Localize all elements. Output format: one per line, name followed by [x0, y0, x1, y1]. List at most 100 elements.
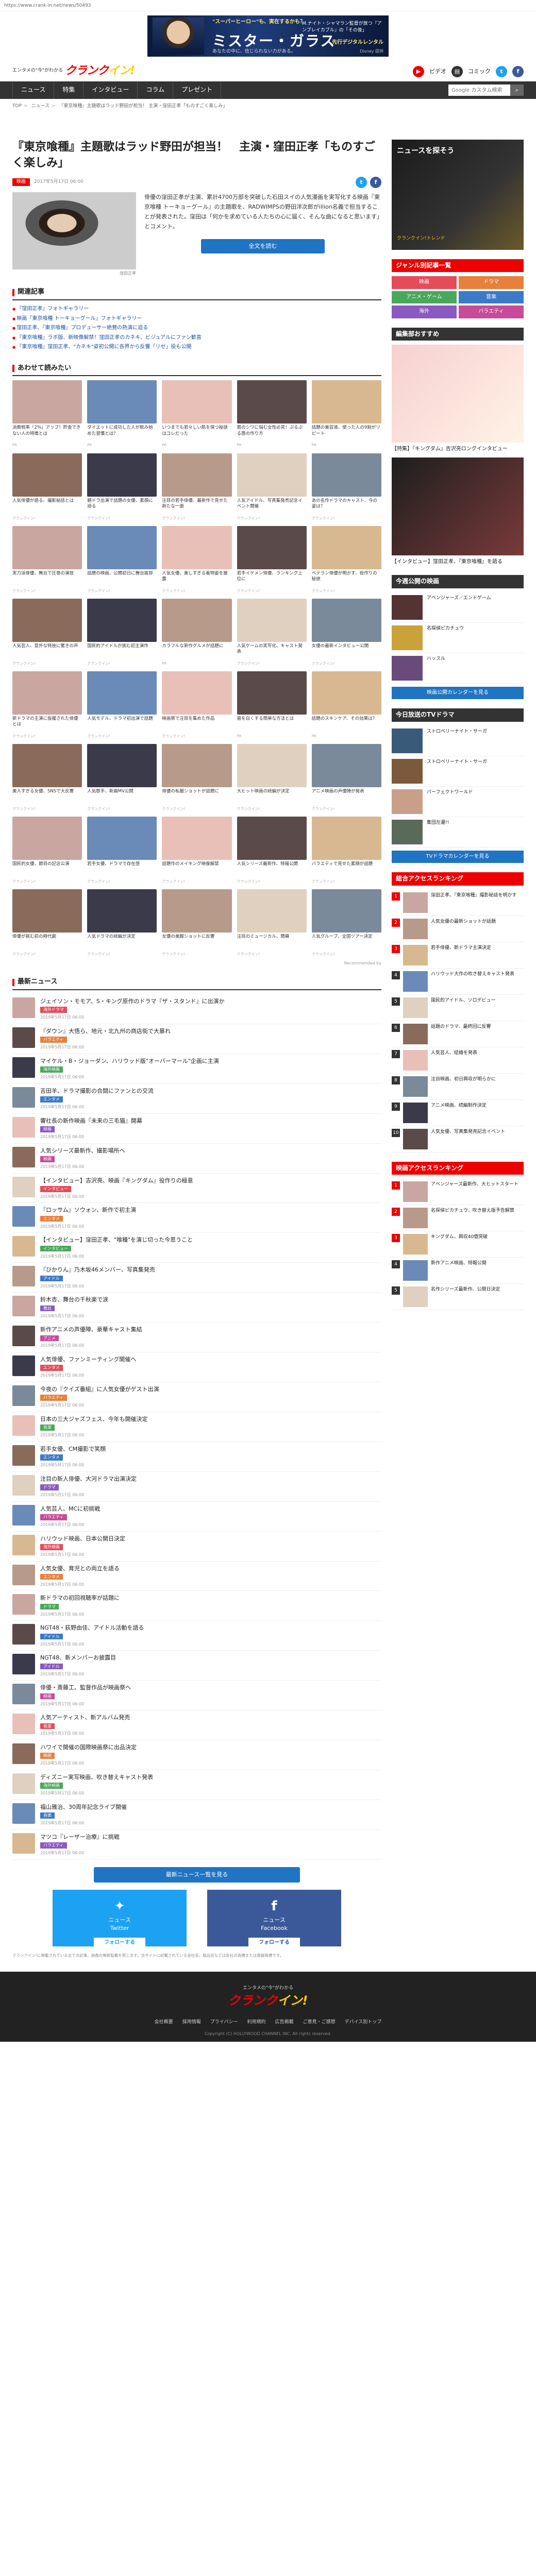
rank-item[interactable]: 1 アベンジャーズ最新作、大ヒットスタート	[392, 1179, 524, 1205]
footer-link[interactable]: 会社概要	[155, 2019, 173, 2026]
rank-item[interactable]: 5 国民的アイドル、ソロデビュー	[392, 995, 524, 1021]
recommend-item[interactable]: 人気グループ、全国ツアー決定 クランクイン!	[311, 889, 381, 957]
recommend-item[interactable]: 人気芸人、意外な特技に驚きの声 クランクイン!	[12, 598, 82, 666]
related-item[interactable]: 窪田正孝、『東京喰種』プロデューサー絶賛の熱演に迫る	[12, 324, 381, 333]
news-row[interactable]: ハリウッド映画、日本公開日決定 海外映画 2019年5月17日 06:00	[12, 1532, 381, 1562]
nav-item-interview[interactable]: インタビュー	[83, 81, 138, 99]
header-link-comic[interactable]: コミック	[468, 67, 491, 76]
breadcrumb-top[interactable]: TOP	[12, 104, 22, 109]
recommend-item[interactable]: 人気ゲームの実写化、キャスト発表 クランクイン!	[237, 598, 307, 666]
news-tag[interactable]: 映画	[40, 1693, 55, 1700]
facebook-icon[interactable]: f	[512, 66, 524, 77]
related-item[interactable]: 『東京喰種』ラボ版、新映像解禁！窪田正孝のカネキ、ビジュアルにファン歓喜	[12, 333, 381, 343]
recommend-item[interactable]: 歯を白くする簡単な方法とは PR	[237, 671, 307, 739]
news-row[interactable]: NGT48・荻野由佳、アイドル活動を語る アイドル 2019年5月17日 06:00	[12, 1621, 381, 1651]
news-tag[interactable]: アイドル	[40, 1275, 63, 1282]
news-row[interactable]: NGT48、新メンバーお披露目 アイドル 2019年5月17日 06:00	[12, 1651, 381, 1681]
recommend-item[interactable]: 話題の美容液、使った人の9割がリピート PR	[311, 380, 381, 448]
news-row[interactable]: 人気アーティスト、新アルバム発売 音楽 2019年5月17日 06:00	[12, 1710, 381, 1741]
recommend-item[interactable]: 人気俳優が語る、撮影秘話とは クランクイン!	[12, 453, 82, 521]
news-row[interactable]: 新作アニメの声優陣、豪華キャスト集結 アニメ 2019年5月17日 06:00	[12, 1323, 381, 1353]
rank-item[interactable]: 3 キングダム、興収40億突破	[392, 1231, 524, 1258]
recommend-item[interactable]: 人気ドラマの続編が決定 クランクイン!	[87, 889, 157, 957]
news-tag[interactable]: バラエティ	[40, 1395, 67, 1401]
news-row[interactable]: 俳優・斎藤工、監督作品が映画祭へ 映画 2019年5月17日 06:00	[12, 1681, 381, 1711]
news-tag[interactable]: 映画	[40, 1753, 55, 1759]
recommend-item[interactable]: バラエティで見せた素顔が話題 クランクイン!	[311, 817, 381, 884]
recommend-item[interactable]: 新ドラマの主演に抜擢された俳優とは クランクイン!	[12, 671, 82, 739]
sidebar-ad[interactable]: ニュースを探そう クランクイン!トレンド	[392, 140, 524, 250]
news-tag[interactable]: 舞台	[40, 1305, 55, 1312]
news-row[interactable]: マイケル・B・ジョーダン、ハリウッド版"オーバーマール"企画に主演 海外映画 201…	[12, 1054, 381, 1084]
rank-item[interactable]: 2 人気女優の最新ショットが話題	[392, 916, 524, 942]
rank-item[interactable]: 4 新作アニメ映画、特報公開	[392, 1258, 524, 1284]
news-row[interactable]: 【インタビュー】窪田正孝、"喰種"を演じ切った今思うこと インタビュー 2019年5…	[12, 1233, 381, 1263]
news-tag[interactable]: 海外映画	[40, 1544, 63, 1550]
genre-variety[interactable]: バラエティ	[459, 306, 524, 318]
recommend-item[interactable]: 女優の最新インタビュー公開 クランクイン!	[311, 598, 381, 666]
footer-logo[interactable]: クランクイン!	[0, 1992, 536, 2010]
tv-item[interactable]: ストロベリーナイト・サーガ	[392, 726, 524, 756]
rank-item[interactable]: 1 窪田正孝、『東京喰種』撮影秘話を明かす	[392, 890, 524, 916]
recommend-item[interactable]: 注目のミュージカル、開幕 クランクイン!	[237, 889, 307, 957]
news-row[interactable]: ハワイで開催の国際映画祭に出品決定 映画 2019年5月17日 06:00	[12, 1740, 381, 1770]
editor-recommend-image-1[interactable]	[392, 345, 524, 443]
tv-item[interactable]: 集団左遷!!	[392, 817, 524, 848]
related-item[interactable]: 映画『東京喰種 トーキョーグール』フォトギャラリー	[12, 314, 381, 324]
rank-item[interactable]: 4 ハリウッド大作の吹き替えキャスト発表	[392, 969, 524, 995]
news-tag[interactable]: 映画	[40, 1126, 55, 1132]
news-tag[interactable]: 海外映画	[40, 1066, 63, 1073]
news-row[interactable]: 人気芸人、MCに初挑戦 バラエティ 2019年5月17日 06:00	[12, 1502, 381, 1532]
news-row[interactable]: 福山雅治、30周年記念ライブ開催 音楽 2019年5月17日 06:00	[12, 1800, 381, 1830]
news-tag[interactable]: エンタメ	[40, 1215, 63, 1222]
header-link-video[interactable]: ビデオ	[429, 67, 446, 76]
tv-item[interactable]: パーフェクトワールド	[392, 787, 524, 817]
search-button[interactable]: ⌕	[510, 84, 524, 96]
twitter-follow-button[interactable]: フォローする	[94, 1938, 145, 1948]
recommend-item[interactable]: 大ヒット映画の続編が決定 クランクイン!	[237, 744, 307, 811]
news-row[interactable]: 注目の新人俳優、大河ドラマ出演決定 ドラマ 2019年5月17日 06:00	[12, 1472, 381, 1502]
program-more-button[interactable]: 映画公開カレンダーを見る	[392, 686, 524, 700]
rank-item[interactable]: 6 話題のドラマ、最終回に反響	[392, 1021, 524, 1047]
read-more-button[interactable]: 全文を読む	[201, 239, 325, 253]
recommend-item[interactable]: 注目の若手俳優、最新作で見せた新たな一面 クランクイン!	[162, 453, 232, 521]
twitter-share-icon[interactable]: t	[356, 176, 367, 188]
genre-drama[interactable]: ドラマ	[459, 276, 524, 289]
recommend-item[interactable]: 美人すぎる女優、SNSで大反響 クランクイン!	[12, 744, 82, 811]
news-row[interactable]: ディズニー実写映画、吹き替えキャスト発表 海外映画 2019年5月17日 06:00	[12, 1770, 381, 1800]
nav-item-present[interactable]: プレゼント	[173, 81, 222, 99]
news-tag[interactable]: バラエティ	[40, 1842, 67, 1849]
news-row[interactable]: 日本の三大ジャズフェス、今年も開催決定 音楽 2019年5月17日 06:00	[12, 1412, 381, 1442]
footer-link[interactable]: ご意見・ご感想	[303, 2019, 336, 2026]
nav-item-column[interactable]: コラム	[138, 81, 174, 99]
editor-recommend-item[interactable]: 【インタビュー】窪田正孝、『東京喰種』を語る	[392, 558, 524, 566]
tv-item[interactable]: ストロベリーナイト・サーガ	[392, 756, 524, 787]
recommend-item[interactable]: 俳優の私服ショットが話題に クランクイン!	[162, 744, 232, 811]
news-row[interactable]: 【インタビュー】吉沢亮、映画『キングダム』役作りの極意 インタビュー 2019年5月…	[12, 1174, 381, 1204]
top-banner-ad[interactable]: "スーパーヒーロー"も、実在するかも？ ミスター・ガラス あなたの中に、信じられ…	[147, 15, 389, 57]
news-row[interactable]: ジェイソン・モモア、S・キング原作のドラマ『ザ・スタンド』に出演か 海外ドラマ 20…	[12, 994, 381, 1024]
news-tag[interactable]: バラエティ	[40, 1037, 67, 1043]
recommend-item[interactable]: いつまでも若々しい肌を保つ秘訣はコレだった PR	[162, 380, 232, 448]
news-row[interactable]: 鈴木杏、舞台の千秋楽で涙 舞台 2019年5月17日 06:00	[12, 1293, 381, 1323]
genre-music[interactable]: 音楽	[459, 291, 524, 304]
rank-item[interactable]: 7 人気芸人、結婚を発表	[392, 1047, 524, 1074]
news-tag[interactable]: 音楽	[40, 1812, 55, 1819]
news-tag[interactable]: バラエティ	[40, 1514, 67, 1520]
recommend-item[interactable]: 女優の美脚ショットに反響 クランクイン!	[162, 889, 232, 957]
recommend-item[interactable]: 話題作のメイキング映像解禁 クランクイン!	[162, 817, 232, 884]
article-photo[interactable]	[12, 192, 136, 269]
editor-recommend-image-2[interactable]	[392, 457, 524, 555]
news-tag[interactable]: 映画	[40, 1156, 55, 1162]
recommend-item[interactable]: 唇のシワに悩む女性必見！ぷるぷる唇の作り方 PR	[237, 380, 307, 448]
twitter-icon[interactable]: t	[496, 66, 507, 77]
news-row[interactable]: 『ダウン』大悟ら、地元・北九州の商店街で大暴れ バラエティ 2019年5月17日 0…	[12, 1024, 381, 1054]
recommend-item[interactable]: アニメ映画の声優陣が発表 クランクイン!	[311, 744, 381, 811]
news-row[interactable]: 人気シリーズ最新作、撮影場所へ 映画 2019年5月17日 06:00	[12, 1144, 381, 1174]
recommend-item[interactable]: 若手女優、ドラマで存在感 クランクイン!	[87, 817, 157, 884]
footer-link[interactable]: 採用情報	[182, 2019, 201, 2026]
genre-movie[interactable]: 映画	[392, 276, 457, 289]
news-tag[interactable]: インタビュー	[40, 1185, 71, 1192]
news-row[interactable]: マツコ『レーザー治療』に挑戦 バラエティ 2019年5月17日 06:00	[12, 1830, 381, 1860]
news-tag[interactable]: 海外ドラマ	[40, 1007, 67, 1013]
